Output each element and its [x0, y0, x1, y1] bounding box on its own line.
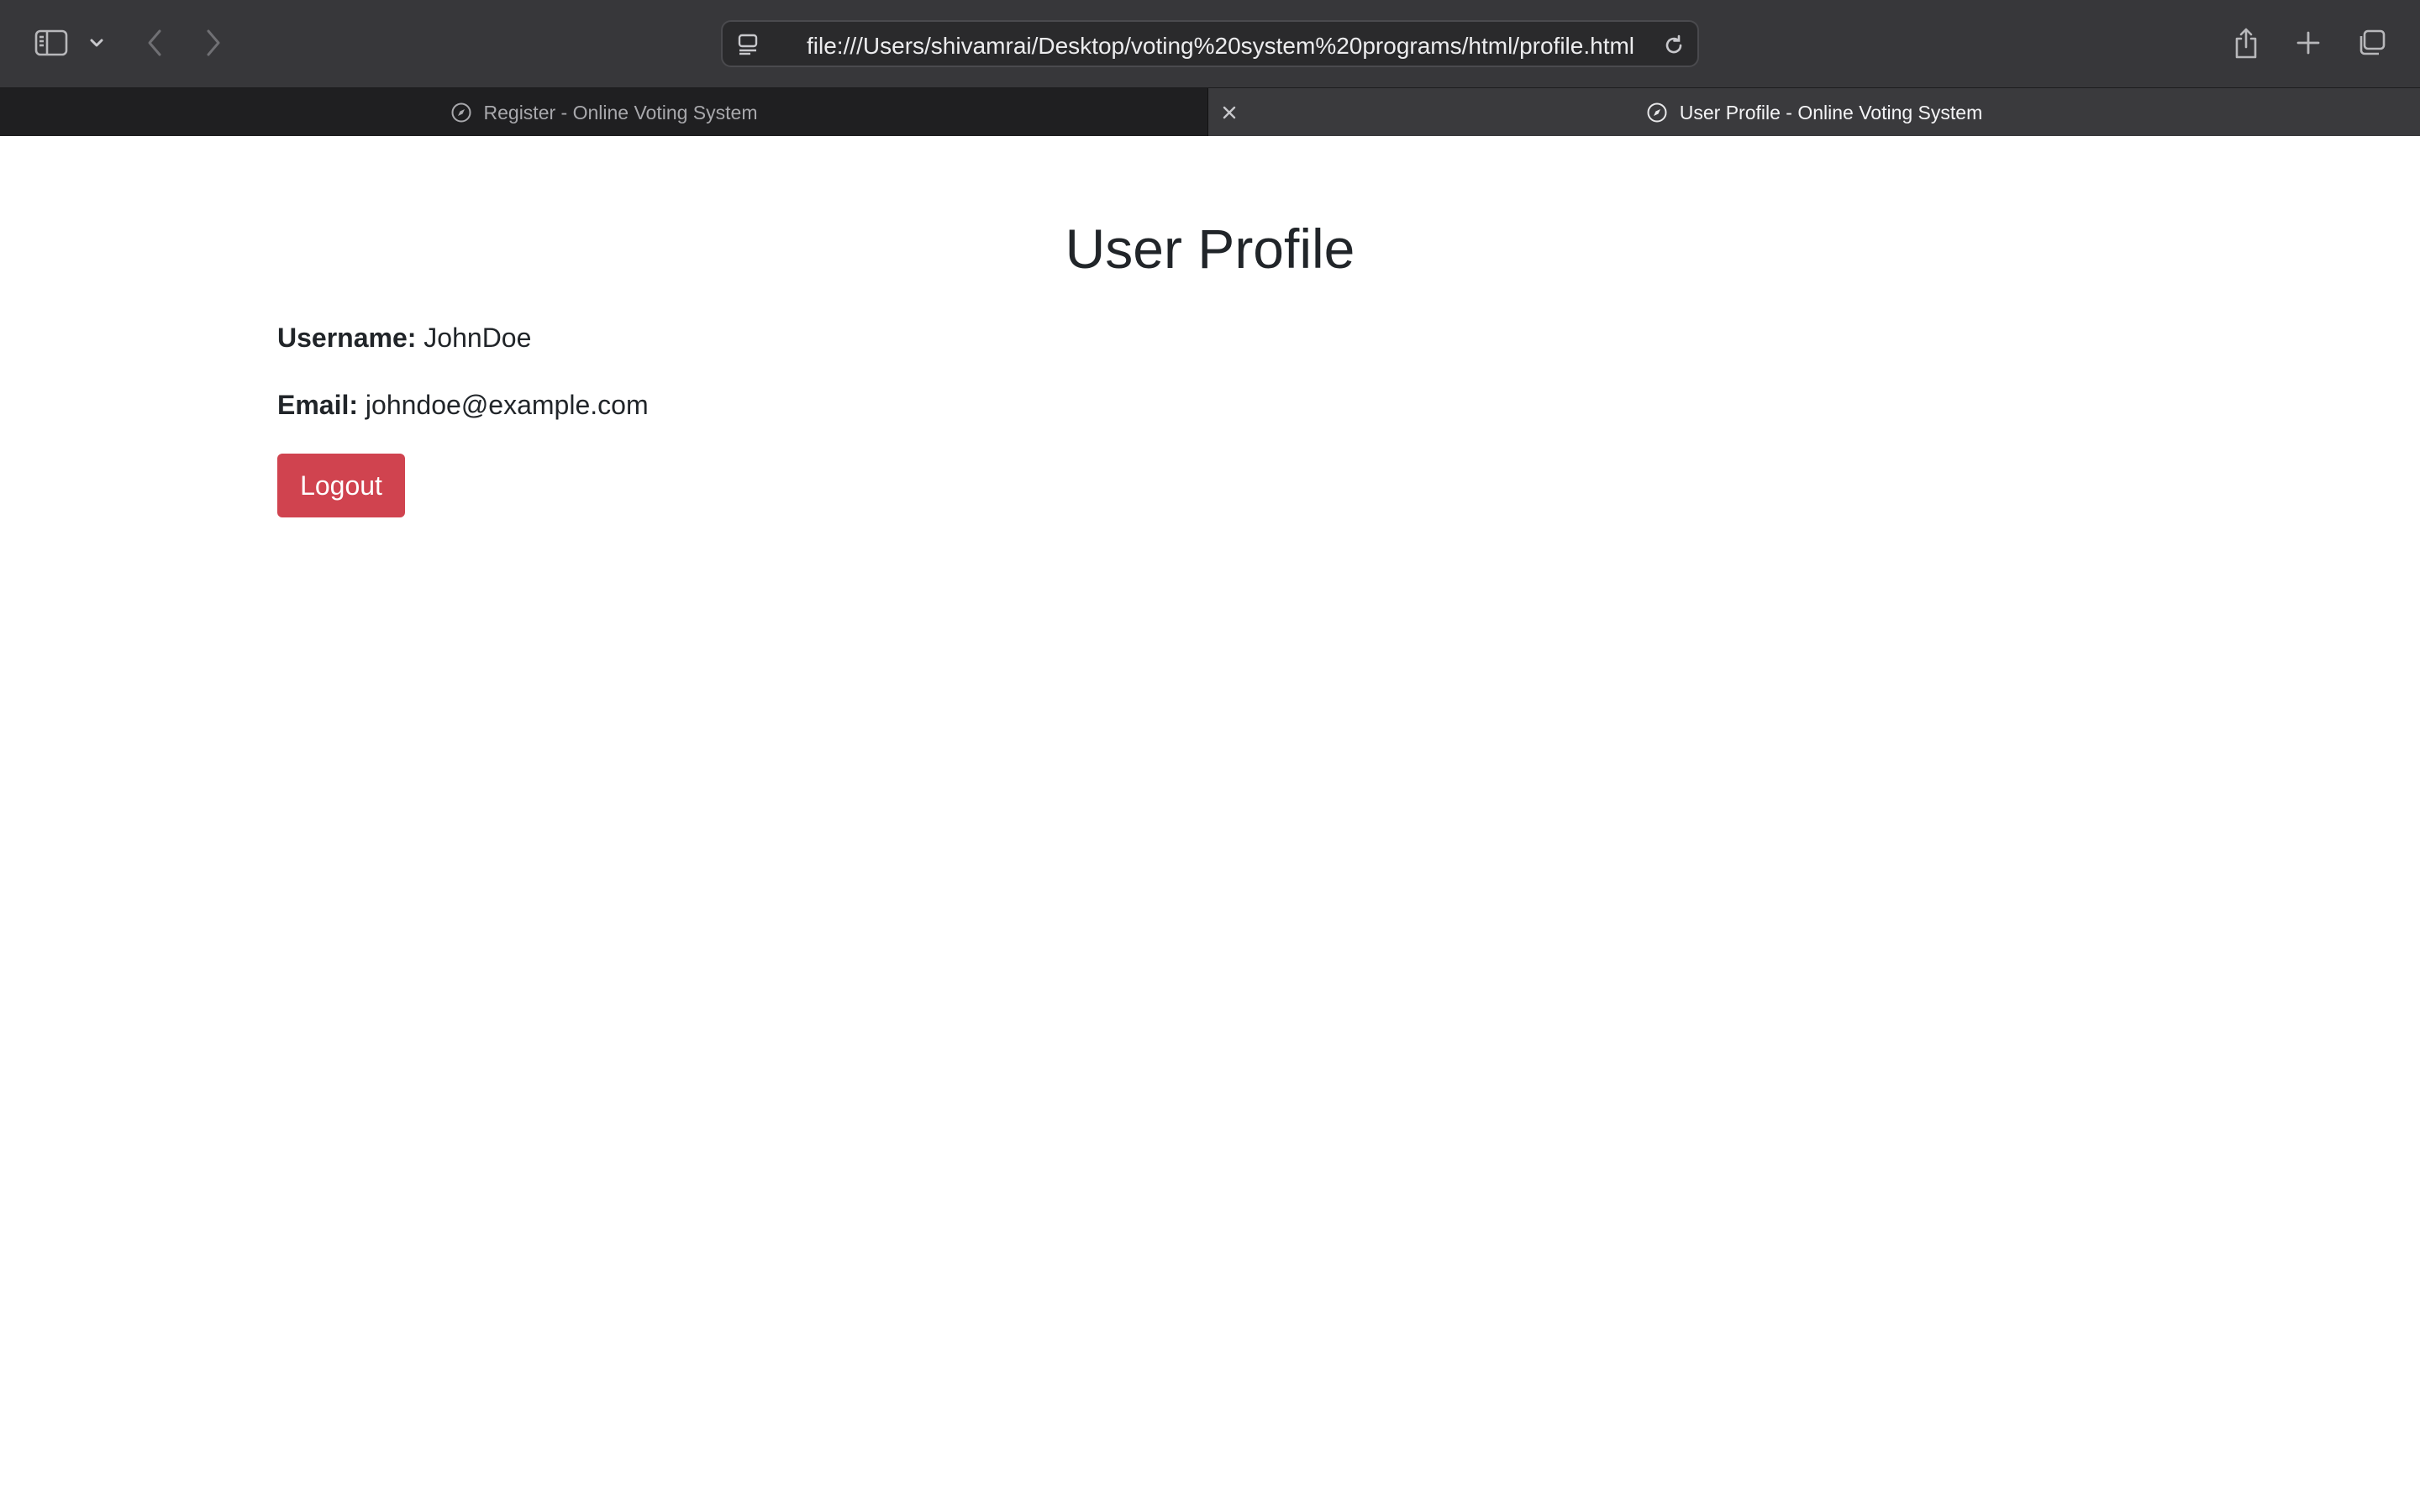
email-label: Email:: [277, 390, 359, 420]
compass-icon: [450, 102, 472, 123]
chevron-left-icon[interactable]: [136, 24, 173, 62]
email-row: Email: johndoe@example.com: [277, 390, 649, 421]
chevron-right-icon[interactable]: [195, 24, 232, 62]
close-icon[interactable]: [1217, 100, 1242, 125]
tab-register[interactable]: Register - Online Voting System: [0, 88, 1208, 137]
tab-label: Register - Online Voting System: [483, 101, 758, 123]
tab-strip: Register - Online Voting System User Pro…: [0, 87, 2420, 137]
page-title: User Profile: [1065, 218, 1355, 280]
compass-icon: [1646, 102, 1668, 123]
page-content: User Profile Username: JohnDoe Email: jo…: [0, 136, 2420, 1512]
chevron-down-icon[interactable]: [84, 29, 109, 57]
page-menu-icon[interactable]: [734, 32, 763, 57]
browser-toolbar: file:///Users/shivamrai/Desktop/voting%2…: [0, 0, 2420, 87]
username-value: JohnDoe: [424, 323, 532, 353]
share-icon[interactable]: [2227, 22, 2265, 66]
username-row: Username: JohnDoe: [277, 323, 531, 354]
tab-user-profile[interactable]: User Profile - Online Voting System: [1208, 88, 2420, 137]
email-value: johndoe@example.com: [365, 390, 649, 420]
plus-icon[interactable]: [2289, 24, 2328, 62]
url-text[interactable]: file:///Users/shivamrai/Desktop/voting%2…: [807, 33, 1634, 60]
address-bar[interactable]: file:///Users/shivamrai/Desktop/voting%2…: [721, 20, 1699, 67]
reload-icon[interactable]: [1659, 30, 1689, 60]
logout-button[interactable]: Logout: [277, 454, 405, 517]
tab-overview-icon[interactable]: [2351, 24, 2391, 62]
username-label: Username:: [277, 323, 417, 353]
tab-label: User Profile - Online Voting System: [1679, 101, 1983, 123]
sidebar-icon[interactable]: [30, 25, 72, 60]
